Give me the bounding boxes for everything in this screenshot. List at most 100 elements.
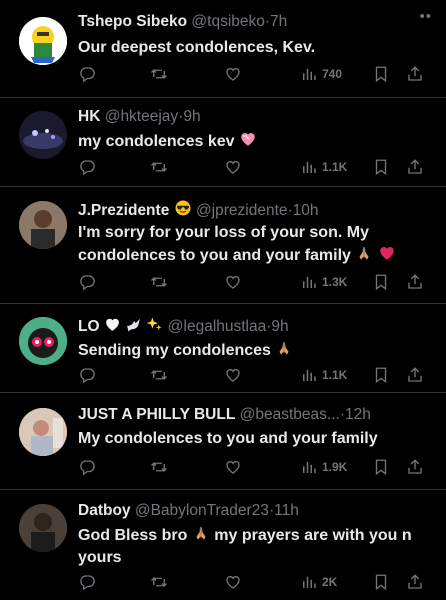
like-button[interactable] xyxy=(224,571,242,593)
bookmark-button[interactable] xyxy=(372,364,390,386)
retweet-button[interactable] xyxy=(150,571,168,593)
bookmark-button[interactable] xyxy=(372,156,390,178)
action-bar: 1.9K xyxy=(78,456,428,478)
user-handle[interactable]: @legalhustlaa xyxy=(168,318,266,335)
views-button[interactable]: 1.1K xyxy=(300,156,347,178)
timestamp[interactable]: 9h xyxy=(271,318,288,335)
tweet[interactable]: HK @hkteejay·9h my condolences kev 1.1K xyxy=(0,98,446,187)
display-name[interactable]: Datboy xyxy=(78,502,131,519)
like-icon xyxy=(224,366,242,384)
like-button[interactable] xyxy=(224,364,242,386)
action-bar: 740 xyxy=(78,63,428,85)
display-name[interactable]: JUST A PHILLY BULL xyxy=(78,406,235,423)
bookmark-button[interactable] xyxy=(372,63,390,85)
like-icon xyxy=(224,158,242,176)
views-icon xyxy=(300,273,318,291)
retweet-button[interactable] xyxy=(150,156,168,178)
views-count: 1.3K xyxy=(322,275,348,289)
share-icon xyxy=(406,158,424,176)
share-icon xyxy=(406,366,424,384)
views-count: 1.9K xyxy=(322,460,348,474)
tweet-text: Our deepest condolences, Kev. xyxy=(78,39,316,56)
user-handle[interactable]: @hkteejay xyxy=(105,108,178,125)
views-button[interactable]: 740 xyxy=(300,63,342,85)
reply-button[interactable] xyxy=(78,63,96,85)
like-icon xyxy=(224,65,242,83)
avatar[interactable] xyxy=(19,201,67,249)
bookmark-icon xyxy=(372,458,390,476)
like-button[interactable] xyxy=(224,456,242,478)
display-name[interactable]: Tshepo Sibeko xyxy=(78,13,187,30)
like-button[interactable] xyxy=(224,271,242,293)
reply-button[interactable] xyxy=(78,456,96,478)
views-button[interactable]: 2K xyxy=(300,571,337,593)
avatar[interactable] xyxy=(19,111,67,159)
display-name[interactable]: HK xyxy=(78,108,100,125)
reply-button[interactable] xyxy=(78,156,96,178)
like-button[interactable] xyxy=(224,156,242,178)
views-button[interactable]: 1.9K xyxy=(300,456,347,478)
share-icon xyxy=(406,458,424,476)
share-button[interactable] xyxy=(406,456,424,478)
tweet[interactable]: Datboy @BabylonTrader23·11h God Bless br… xyxy=(0,490,446,600)
tweet[interactable]: LO @legalhustlaa·9h Sending my condolenc… xyxy=(0,304,446,393)
action-bar: 1.3K xyxy=(78,271,428,293)
bookmark-button[interactable] xyxy=(372,571,390,593)
retweet-button[interactable] xyxy=(150,456,168,478)
views-icon xyxy=(300,65,318,83)
white-heart-icon xyxy=(104,316,121,333)
share-button[interactable] xyxy=(406,271,424,293)
bookmark-button[interactable] xyxy=(372,271,390,293)
timestamp[interactable]: 10h xyxy=(293,202,319,219)
reply-button[interactable] xyxy=(78,271,96,293)
tweet-text: I'm sorry for your loss of your son. My … xyxy=(78,222,434,267)
share-icon xyxy=(406,573,424,591)
avatar[interactable] xyxy=(19,504,67,552)
like-button[interactable] xyxy=(224,63,242,85)
bookmark-button[interactable] xyxy=(372,456,390,478)
views-icon xyxy=(300,573,318,591)
retweet-button[interactable] xyxy=(150,364,168,386)
share-button[interactable] xyxy=(406,571,424,593)
timestamp[interactable]: 12h xyxy=(345,406,371,423)
user-handle[interactable]: @tqsibeko xyxy=(191,13,264,30)
retweet-icon xyxy=(150,458,168,476)
avatar[interactable] xyxy=(19,408,67,456)
display-name[interactable]: J.Prezidente xyxy=(78,202,169,219)
retweet-button[interactable] xyxy=(150,63,168,85)
like-icon xyxy=(224,573,242,591)
share-button[interactable] xyxy=(406,364,424,386)
retweet-icon xyxy=(150,273,168,291)
reply-icon xyxy=(78,158,96,176)
display-name[interactable]: LO xyxy=(78,318,100,335)
avatar[interactable] xyxy=(19,17,67,65)
user-handle[interactable]: @BabylonTrader23 xyxy=(135,502,269,519)
timestamp[interactable]: 11h xyxy=(274,502,299,519)
timestamp[interactable]: 7h xyxy=(270,13,287,30)
user-handle[interactable]: @beastbeas... xyxy=(240,406,340,423)
reply-button[interactable] xyxy=(78,364,96,386)
bookmark-icon xyxy=(372,273,390,291)
reply-button[interactable] xyxy=(78,571,96,593)
red-heart-icon xyxy=(378,244,396,262)
views-button[interactable]: 1.3K xyxy=(300,271,347,293)
reply-icon xyxy=(78,573,96,591)
tweet[interactable]: Tshepo Sibeko @tqsibeko·7h Our deepest c… xyxy=(0,0,446,98)
tweet[interactable]: JUST A PHILLY BULL @beastbeas...·12h My … xyxy=(0,393,446,490)
user-handle[interactable]: @jprezidente xyxy=(196,202,288,219)
praying-hands-icon xyxy=(192,524,210,542)
retweet-button[interactable] xyxy=(150,271,168,293)
sunglasses-emoji-icon xyxy=(174,199,192,217)
retweet-icon xyxy=(150,573,168,591)
share-icon xyxy=(406,65,424,83)
views-button[interactable]: 1.1K xyxy=(300,364,347,386)
timestamp[interactable]: 9h xyxy=(183,108,200,125)
views-icon xyxy=(300,366,318,384)
bookmark-icon xyxy=(372,366,390,384)
like-icon xyxy=(224,273,242,291)
share-button[interactable] xyxy=(406,156,424,178)
avatar[interactable] xyxy=(19,317,67,365)
reply-icon xyxy=(78,366,96,384)
tweet[interactable]: J.Prezidente @jprezidente·10h I'm sorry … xyxy=(0,187,446,304)
share-button[interactable] xyxy=(406,63,424,85)
